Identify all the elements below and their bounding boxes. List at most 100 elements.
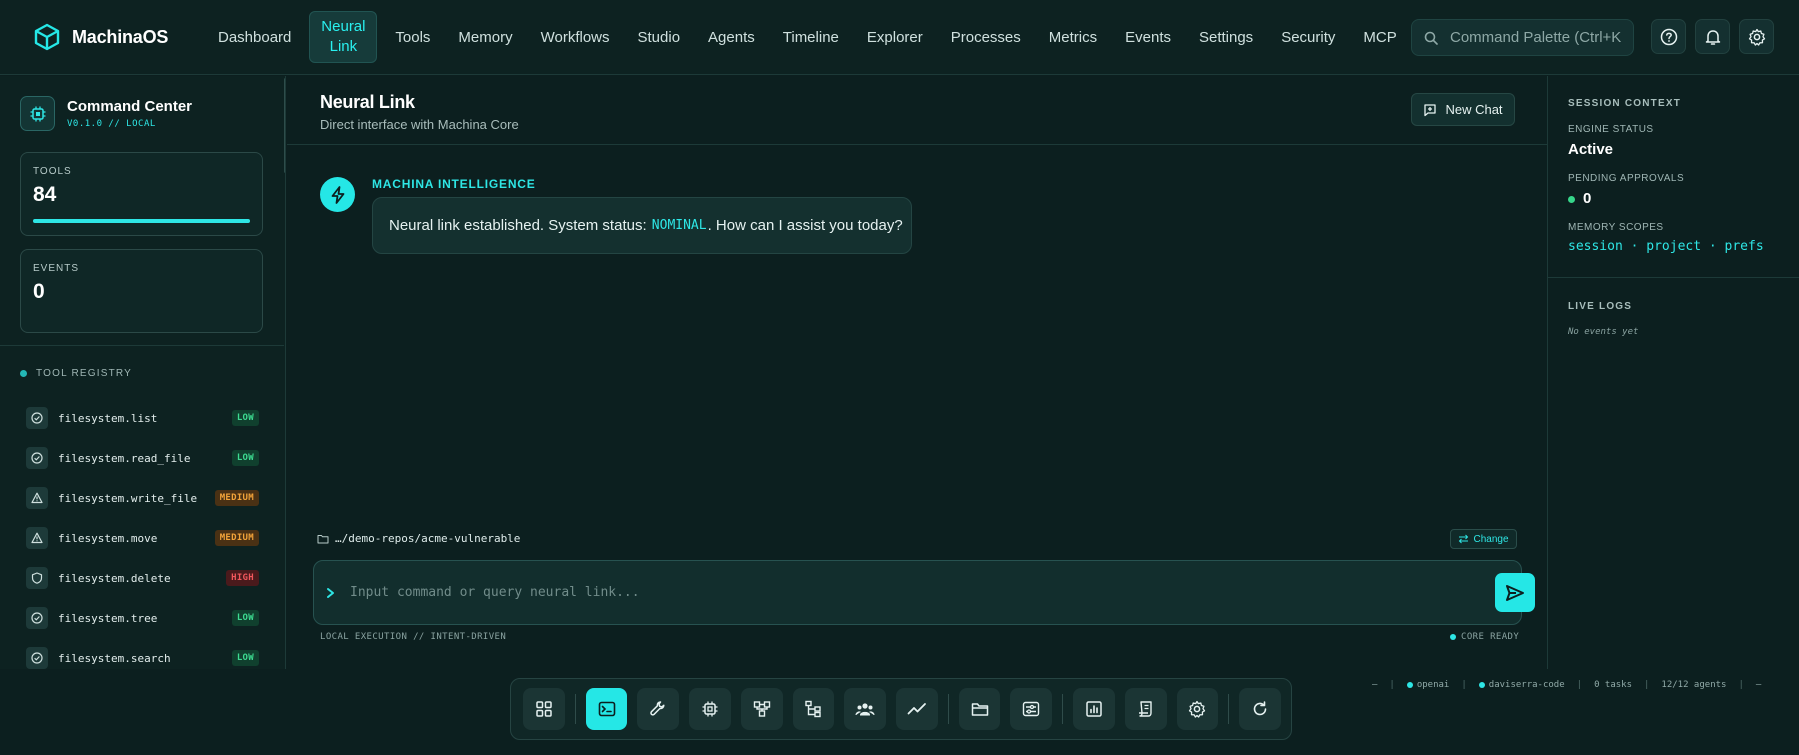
memory-scopes-value: session · project · prefs	[1568, 239, 1764, 254]
warning-icon	[26, 487, 48, 509]
main-nav: Dashboard Neural Link Tools Memory Workf…	[204, 11, 1411, 63]
status-separator: |	[1576, 680, 1583, 690]
tools-stat-value: 84	[33, 183, 57, 206]
chat-plus-icon	[1423, 103, 1437, 117]
tool-name: filesystem.write_file	[58, 491, 198, 505]
dock-refresh-button[interactable]	[1239, 688, 1282, 730]
nav-workflows[interactable]: Workflows	[527, 11, 624, 63]
dock-timeline-button[interactable]	[896, 688, 938, 730]
check-circle-icon	[26, 447, 48, 469]
registry-status-dot	[20, 370, 27, 377]
nav-neural-link[interactable]: Neural Link	[309, 11, 378, 63]
nav-metrics[interactable]: Metrics	[1035, 11, 1111, 63]
events-stat-card: EVENTS 0	[20, 249, 263, 333]
nav-studio[interactable]: Studio	[624, 11, 695, 63]
help-button[interactable]	[1651, 19, 1686, 54]
risk-badge: LOW	[231, 450, 259, 466]
brand[interactable]: MachinaOS	[34, 23, 200, 51]
dock-explorer-button[interactable]	[958, 688, 1001, 730]
dock-studio-button[interactable]	[792, 688, 835, 730]
notifications-button[interactable]	[1695, 19, 1730, 54]
session-context-panel: SESSION CONTEXT ENGINE STATUS Active PEN…	[1547, 76, 1799, 669]
nav-security[interactable]: Security	[1267, 11, 1349, 63]
command-input-box[interactable]	[313, 560, 1535, 625]
user-label: daviserra-code	[1488, 680, 1565, 690]
settings-button[interactable]	[1739, 19, 1774, 54]
version-label: V0.1.0 // LOCAL	[67, 119, 156, 129]
top-bar: MachinaOS Dashboard Neural Link Tools Me…	[0, 0, 1799, 75]
risk-badge: LOW	[231, 410, 259, 426]
dock-processes-button[interactable]	[1010, 688, 1053, 730]
tools-progress-fill	[33, 219, 250, 223]
command-center-header: Command Center V0.1.0 // LOCAL	[20, 96, 192, 131]
page-title: Neural Link	[320, 92, 415, 112]
tool-row[interactable]: filesystem.list LOW	[26, 398, 259, 438]
dock-events-button[interactable]	[1124, 688, 1167, 730]
nav-mcp[interactable]: MCP	[1349, 11, 1410, 63]
status-strip: — | openai | daviserra-code | 0 tasks | …	[1372, 678, 1761, 692]
dock-tools-button[interactable]	[637, 688, 680, 730]
memory-scopes-label: MEMORY SCOPES	[1568, 222, 1664, 233]
tools-progress-bar	[33, 219, 250, 223]
tool-registry-list: filesystem.list LOW filesystem.read_file…	[26, 398, 259, 669]
tool-row[interactable]: filesystem.write_file MEDIUM	[26, 478, 259, 518]
dock-dashboard-button[interactable]	[523, 688, 565, 730]
swap-icon	[1458, 534, 1469, 544]
pending-approvals-label: PENDING APPROVALS	[1568, 173, 1685, 184]
dock-separator	[947, 694, 949, 724]
dock-neural-link-button[interactable]	[585, 688, 628, 730]
sidebar: Command Center V0.1.0 // LOCAL TOOLS 84 …	[0, 76, 286, 669]
nav-explorer[interactable]: Explorer	[853, 11, 937, 63]
tool-row[interactable]: filesystem.move MEDIUM	[26, 518, 259, 558]
send-button[interactable]	[1495, 573, 1535, 612]
dock-settings-button[interactable]	[1176, 688, 1219, 730]
nav-dashboard[interactable]: Dashboard	[204, 11, 305, 63]
change-workspace-button[interactable]: Change	[1450, 529, 1517, 549]
chat-main: Neural Link Direct interface with Machin…	[287, 76, 1547, 669]
nav-timeline[interactable]: Timeline	[769, 11, 853, 63]
command-palette-search[interactable]	[1411, 19, 1634, 56]
check-circle-icon	[26, 607, 48, 629]
new-chat-button[interactable]: New Chat	[1411, 93, 1515, 126]
gear-icon	[1748, 28, 1766, 46]
status-separator: |	[1389, 680, 1395, 690]
workflow-icon	[753, 700, 771, 718]
tool-row[interactable]: filesystem.read_file LOW	[26, 438, 259, 478]
nav-agents[interactable]: Agents	[694, 11, 769, 63]
tool-name: filesystem.move	[58, 531, 158, 545]
dock-separator	[1228, 694, 1230, 724]
report-icon	[1085, 700, 1103, 718]
command-palette-input[interactable]	[1450, 29, 1633, 46]
provider-label: openai	[1416, 680, 1450, 690]
tool-name: filesystem.read_file	[58, 451, 191, 465]
workspace-path: …/demo-repos/acme-vulnerable	[335, 532, 521, 545]
tool-row[interactable]: filesystem.delete HIGH	[26, 558, 259, 598]
dock-agents-button[interactable]	[844, 688, 887, 730]
sidebar-scrollbar[interactable]	[284, 78, 285, 173]
dock-workflows-button[interactable]	[740, 688, 783, 730]
nav-events[interactable]: Events	[1111, 11, 1185, 63]
message-text-after: . How can I assist you today?	[707, 217, 903, 234]
provider-dot	[1406, 682, 1413, 688]
message-sender: MACHINA INTELLIGENCE	[372, 177, 536, 191]
agents-count: 12/12 agents	[1661, 680, 1727, 690]
dock-memory-button[interactable]	[689, 688, 731, 730]
tool-row[interactable]: filesystem.tree LOW	[26, 598, 259, 638]
tool-row[interactable]: filesystem.search LOW	[26, 638, 259, 669]
new-chat-label: New Chat	[1445, 102, 1503, 117]
nav-memory[interactable]: Memory	[444, 11, 526, 63]
approvals-status-dot	[1568, 195, 1575, 203]
dock-metrics-button[interactable]	[1073, 688, 1115, 730]
nav-settings[interactable]: Settings	[1185, 11, 1267, 63]
check-circle-icon	[26, 407, 48, 429]
command-input[interactable]	[350, 585, 1430, 600]
nav-tools[interactable]: Tools	[381, 11, 444, 63]
tools-stat-card: TOOLS 84	[20, 152, 263, 236]
tools-stat-label: TOOLS	[33, 166, 72, 177]
core-status: CORE READY	[1450, 632, 1519, 642]
nav-processes[interactable]: Processes	[937, 11, 1035, 63]
events-stat-label: EVENTS	[33, 263, 80, 274]
warning-icon	[26, 527, 48, 549]
page-subtitle: Direct interface with Machina Core	[320, 117, 519, 132]
risk-badge: LOW	[231, 650, 259, 666]
